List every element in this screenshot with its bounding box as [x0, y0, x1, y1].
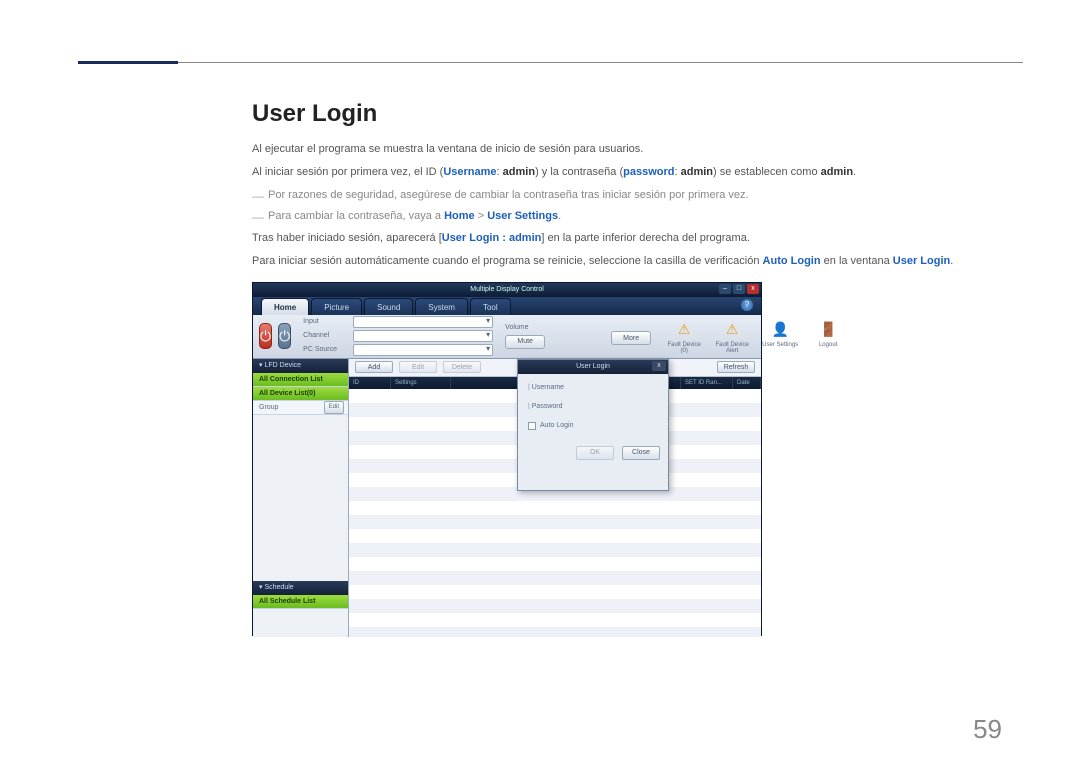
page-heading: User Login — [252, 100, 1022, 128]
close-button[interactable]: Close — [622, 446, 660, 460]
tab-tool[interactable]: Tool — [470, 298, 511, 315]
default-creds-text: Al iniciar sesión por primera vez, el ID… — [252, 165, 1022, 180]
checkbox-icon[interactable] — [528, 422, 536, 430]
sidebar-item-all-connection[interactable]: All Connection List — [253, 373, 348, 387]
fault-alert-button[interactable]: ⚠ Fault Device Alert — [711, 318, 753, 354]
tab-sound[interactable]: Sound — [364, 298, 413, 315]
dialog-close-button[interactable]: x — [652, 361, 666, 371]
channel-dropdown[interactable] — [353, 330, 493, 342]
auto-login-checkbox[interactable]: Auto Login — [528, 422, 658, 430]
password-field[interactable]: Password — [528, 403, 658, 410]
power-on-button[interactable]: ⏻ — [259, 323, 272, 349]
main-tabs: Home Picture Sound System Tool ? — [253, 297, 761, 315]
ok-button[interactable]: OK — [576, 446, 614, 460]
sidebar-header-schedule[interactable]: Schedule — [253, 581, 348, 595]
tab-picture[interactable]: Picture — [311, 298, 362, 315]
after-login-text: Tras haber iniciado sesión, aparecerá [U… — [252, 231, 1022, 246]
sidebar-item-group[interactable]: Group Edit — [253, 401, 348, 415]
security-note: Por razones de seguridad, asegúrese de c… — [252, 189, 1022, 202]
delete-button[interactable]: Delete — [443, 361, 481, 373]
group-edit-button[interactable]: Edit — [324, 401, 344, 414]
warning-icon: ⚠ — [718, 318, 746, 340]
control-ribbon: ⏻ ⏻ Input Channel PC Source Volume Mute … — [253, 315, 761, 359]
col-date[interactable]: Date — [733, 377, 761, 389]
user-icon: 👤 — [766, 318, 794, 340]
change-password-note: Para cambiar la contraseña, vaya a Home … — [252, 210, 1022, 223]
power-off-button[interactable]: ⏻ — [278, 323, 291, 349]
warning-icon: ⚠ — [670, 318, 698, 340]
intro-text: Al ejecutar el programa se muestra la ve… — [252, 142, 1022, 157]
page-number: 59 — [973, 714, 1002, 745]
page-rule — [78, 62, 1023, 63]
app-screenshot: Multiple Display Control – □ x Home Pict… — [252, 282, 762, 636]
pcsource-dropdown[interactable] — [353, 344, 493, 356]
door-icon: 🚪 — [814, 318, 842, 340]
channel-label: Channel — [303, 330, 349, 342]
sidebar-item-all-device[interactable]: All Device List(0) — [253, 387, 348, 401]
user-settings-button[interactable]: 👤 User Settings — [759, 318, 801, 354]
sidebar-header-lfd[interactable]: LFD Device — [253, 359, 348, 373]
fault-device-button[interactable]: ⚠ Fault Device (0) — [663, 318, 705, 354]
refresh-button[interactable]: Refresh — [717, 361, 755, 373]
user-login-dialog: User Login x Username Password Auto Logi… — [517, 359, 669, 491]
more-button[interactable]: More — [611, 331, 651, 345]
sidebar-spacer — [253, 609, 348, 637]
sidebar-spacer — [253, 415, 348, 581]
logout-button[interactable]: 🚪 Logout — [807, 318, 849, 354]
col-setid[interactable]: SET ID Ran... — [681, 377, 733, 389]
tab-system[interactable]: System — [415, 298, 468, 315]
pcsource-label: PC Source — [303, 344, 349, 356]
input-dropdown[interactable] — [353, 316, 493, 328]
dialog-titlebar: User Login x — [518, 360, 668, 374]
window-titlebar: Multiple Display Control – □ x — [253, 283, 761, 297]
mute-button[interactable]: Mute — [505, 335, 545, 349]
input-label: Input — [303, 316, 349, 328]
username-field[interactable]: Username — [528, 384, 658, 391]
window-title: Multiple Display Control — [470, 286, 544, 293]
window-maximize-button[interactable]: □ — [733, 284, 745, 294]
auto-login-text: Para iniciar sesión automáticamente cuan… — [252, 254, 1022, 269]
window-minimize-button[interactable]: – — [719, 284, 731, 294]
help-icon[interactable]: ? — [741, 299, 753, 311]
col-id[interactable]: ID — [349, 377, 391, 389]
add-button[interactable]: Add — [355, 361, 393, 373]
page-rule-accent — [78, 61, 178, 64]
volume-label: Volume — [505, 324, 605, 331]
sidebar: LFD Device All Connection List All Devic… — [253, 359, 349, 637]
col-settings[interactable]: Settings — [391, 377, 451, 389]
sidebar-item-all-schedule[interactable]: All Schedule List — [253, 595, 348, 609]
window-close-button[interactable]: x — [747, 284, 759, 294]
edit-button[interactable]: Edit — [399, 361, 437, 373]
tab-home[interactable]: Home — [261, 298, 309, 315]
